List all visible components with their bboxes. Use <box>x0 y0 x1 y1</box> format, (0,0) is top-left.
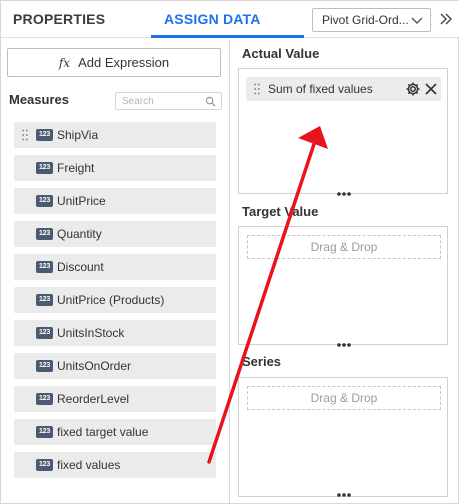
actual-value-title: Actual Value <box>242 46 320 61</box>
measure-item[interactable]: 123 UnitsInStock <box>14 320 216 346</box>
series-dropzone[interactable]: Drag & Drop <box>238 377 448 497</box>
measure-label: UnitPrice (Products) <box>57 293 165 307</box>
drag-handle-icon[interactable] <box>254 83 260 95</box>
search-icon <box>205 96 216 107</box>
numeric-type-icon: 123 <box>36 129 53 141</box>
widget-selector-dropdown[interactable]: Pivot Grid-Ord... <box>312 8 431 32</box>
gear-icon[interactable] <box>405 81 421 97</box>
tab-properties[interactable]: PROPERTIES <box>13 1 105 38</box>
drop-hint: Drag & Drop <box>247 235 441 259</box>
measures-heading: Measures <box>9 92 69 107</box>
numeric-type-icon: 123 <box>36 360 53 372</box>
tab-assign-data[interactable]: ASSIGN DATA <box>164 1 261 38</box>
drop-hint: Drag & Drop <box>247 386 441 410</box>
add-expression-button[interactable]: fx Add Expression <box>7 48 221 77</box>
add-expression-label: Add Expression <box>78 55 170 70</box>
resize-dots-icon[interactable] <box>336 191 352 197</box>
assign-data-panel: PROPERTIES ASSIGN DATA Pivot Grid-Ord...… <box>0 0 459 504</box>
series-title: Series <box>242 354 282 369</box>
measure-item[interactable]: 123 UnitPrice <box>14 188 216 214</box>
measure-label: Discount <box>57 260 104 274</box>
panel-header: PROPERTIES ASSIGN DATA Pivot Grid-Ord... <box>1 1 459 38</box>
measure-label: UnitPrice <box>57 194 106 208</box>
numeric-type-icon: 123 <box>36 459 53 471</box>
fx-icon: fx <box>58 55 71 70</box>
measure-label: UnitsOnOrder <box>57 359 132 373</box>
measure-label: Freight <box>57 161 95 175</box>
measure-item[interactable]: 123 fixed target value <box>14 419 216 445</box>
actual-value-field[interactable]: Sum of fixed values <box>246 77 441 101</box>
measure-label: ShipVia <box>57 128 99 142</box>
numeric-type-icon: 123 <box>36 393 53 405</box>
drag-handle-icon[interactable] <box>22 129 28 141</box>
measure-label: fixed target value <box>57 425 149 439</box>
target-value-dropzone[interactable]: Drag & Drop <box>238 226 448 345</box>
measure-item[interactable]: 123 fixed values <box>14 452 216 478</box>
measure-label: fixed values <box>57 458 121 472</box>
measure-item[interactable]: 123 Freight <box>14 155 216 181</box>
measures-search[interactable] <box>115 92 222 110</box>
search-input[interactable] <box>122 93 202 109</box>
numeric-type-icon: 123 <box>36 195 53 207</box>
numeric-type-icon: 123 <box>36 327 53 339</box>
numeric-type-icon: 123 <box>36 228 53 240</box>
double-chevron-right-icon[interactable] <box>438 11 454 27</box>
measure-item[interactable]: 123 ReorderLevel <box>14 386 216 412</box>
active-tab-indicator <box>151 35 304 38</box>
measure-item[interactable]: 123 Quantity <box>14 221 216 247</box>
numeric-type-icon: 123 <box>36 426 53 438</box>
resize-dots-icon[interactable] <box>336 492 352 498</box>
actual-value-field-label: Sum of fixed values <box>268 82 373 96</box>
measure-item[interactable]: 123 Discount <box>14 254 216 280</box>
dropdown-selected-value: Pivot Grid-Ord... <box>322 13 409 27</box>
numeric-type-icon: 123 <box>36 294 53 306</box>
measure-label: ReorderLevel <box>57 392 130 406</box>
numeric-type-icon: 123 <box>36 162 53 174</box>
target-value-title: Target Value <box>242 204 319 219</box>
measures-panel: fx Add Expression Measures 123 ShipVia 1… <box>1 39 230 504</box>
numeric-type-icon: 123 <box>36 261 53 273</box>
resize-dots-icon[interactable] <box>336 342 352 348</box>
chevron-down-icon <box>411 17 423 24</box>
close-icon[interactable] <box>424 82 438 96</box>
measure-item[interactable]: 123 UnitPrice (Products) <box>14 287 216 313</box>
measure-item[interactable]: 123 ShipVia <box>14 122 216 148</box>
measure-label: Quantity <box>57 227 102 241</box>
measure-label: UnitsInStock <box>57 326 125 340</box>
measure-item[interactable]: 123 UnitsOnOrder <box>14 353 216 379</box>
